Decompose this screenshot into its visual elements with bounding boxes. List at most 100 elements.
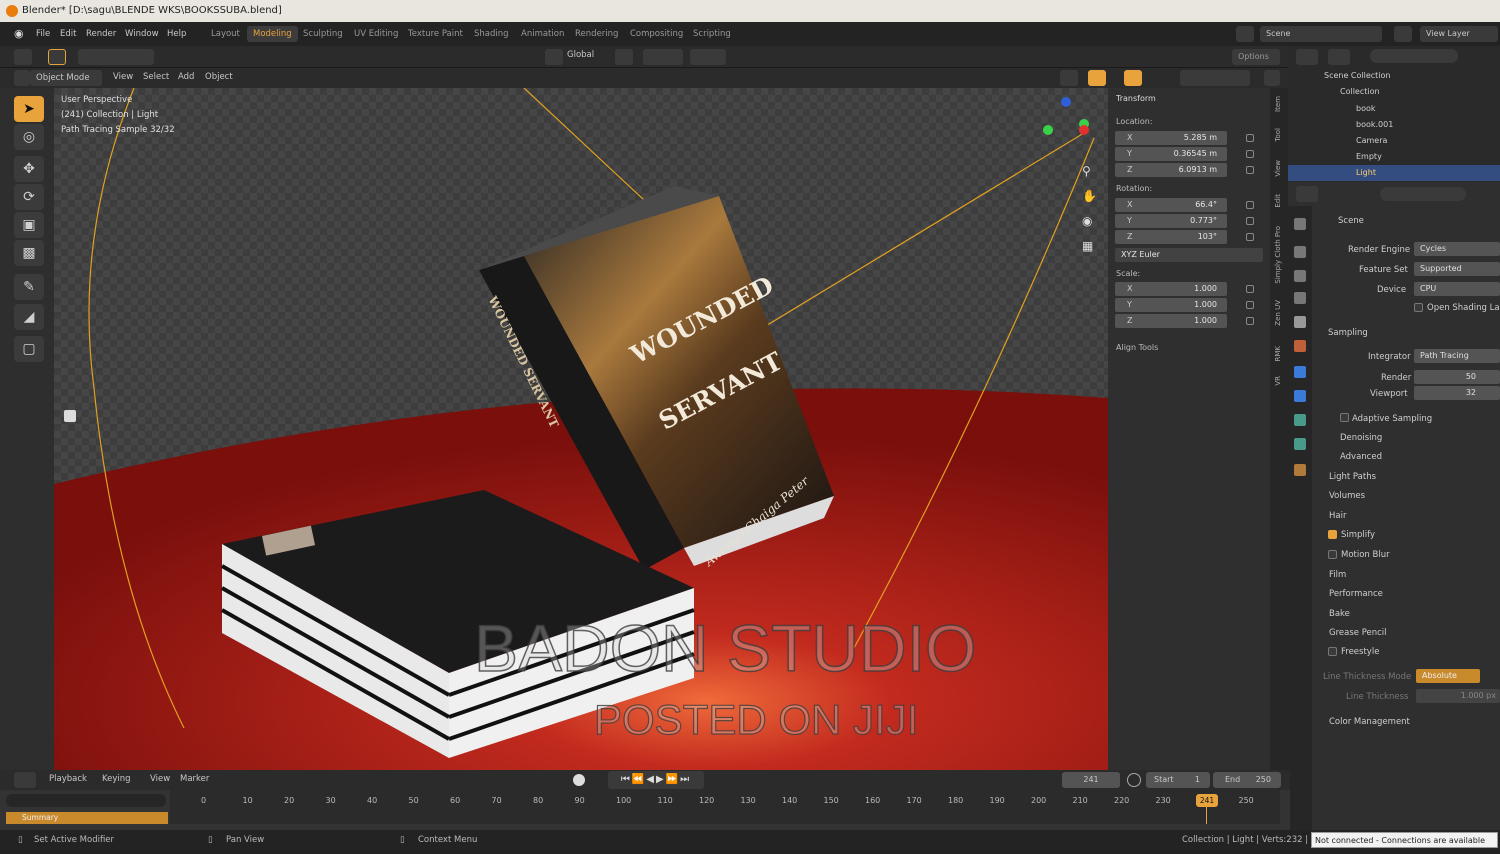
- move-tool-icon[interactable]: ✥: [14, 156, 44, 182]
- object-tab-icon[interactable]: [1294, 366, 1306, 378]
- modifier-tab-icon[interactable]: [1294, 390, 1306, 402]
- connection-notice[interactable]: Not connected - Connections are availabl…: [1311, 832, 1498, 848]
- viewport-samples-field[interactable]: 32: [1414, 386, 1500, 400]
- tab-simply-cloth[interactable]: Simply Cloth Pro: [1274, 226, 1282, 284]
- lock-icon[interactable]: [1246, 134, 1254, 142]
- annotate-tool-icon[interactable]: ✎: [14, 274, 44, 300]
- 3d-viewport[interactable]: User Perspective (241) Collection | Ligh…: [54, 88, 1108, 770]
- clock-icon[interactable]: [1127, 773, 1141, 787]
- tab-vr[interactable]: VR: [1274, 376, 1282, 386]
- menu-marker[interactable]: Marker: [180, 774, 209, 784]
- physics-tab-icon[interactable]: [1294, 414, 1306, 426]
- rotation-mode-select[interactable]: XYZ Euler: [1115, 248, 1263, 262]
- outliner-editor-icon[interactable]: [1296, 49, 1318, 65]
- tab-sculpting[interactable]: Sculpting: [297, 26, 349, 42]
- color-management-panel[interactable]: Color Management: [1329, 717, 1410, 727]
- lock-icon[interactable]: [1246, 285, 1254, 293]
- view-layer-tab-icon[interactable]: [1294, 292, 1306, 304]
- tab-scripting[interactable]: Scripting: [687, 26, 737, 42]
- motion-blur-checkbox[interactable]: [1328, 550, 1337, 559]
- menu-window[interactable]: Window: [125, 29, 159, 39]
- menu-add[interactable]: Add: [178, 72, 194, 82]
- hair-panel[interactable]: Hair: [1329, 511, 1346, 521]
- lock-icon[interactable]: [1246, 317, 1254, 325]
- overlay-icon[interactable]: [1124, 70, 1142, 86]
- film-panel[interactable]: Film: [1329, 570, 1346, 580]
- advanced-panel[interactable]: Advanced: [1340, 452, 1382, 462]
- playhead[interactable]: 241: [1196, 794, 1218, 807]
- outliner-item-empty[interactable]: Empty: [1288, 149, 1500, 165]
- osl-checkbox[interactable]: [1414, 303, 1423, 312]
- start-frame-field[interactable]: Start 1: [1146, 772, 1210, 788]
- outliner-scene-collection[interactable]: Scene Collection: [1288, 68, 1500, 84]
- location-x-field[interactable]: X 5.285 m: [1115, 131, 1227, 145]
- device-select[interactable]: CPU: [1414, 282, 1500, 296]
- outliner-item-camera[interactable]: Camera: [1288, 133, 1500, 149]
- current-frame-field[interactable]: 241: [1062, 772, 1120, 788]
- transform-orientation[interactable]: Global: [567, 50, 594, 60]
- gizmo-icon[interactable]: [1088, 70, 1106, 86]
- simplify-panel[interactable]: Simplify: [1341, 530, 1375, 540]
- render-engine-select[interactable]: Cycles: [1414, 242, 1500, 256]
- light-paths-panel[interactable]: Light Paths: [1329, 472, 1376, 482]
- output-tab-icon[interactable]: [1294, 270, 1306, 282]
- line-thickness-field[interactable]: 1.000 px: [1416, 689, 1500, 703]
- mode-selector[interactable]: Object Mode: [30, 70, 102, 86]
- rotate-tool-icon[interactable]: ⟳: [14, 184, 44, 210]
- lock-icon[interactable]: [1246, 217, 1254, 225]
- render-samples-field[interactable]: 50: [1414, 370, 1500, 384]
- freestyle-panel[interactable]: Freestyle: [1341, 647, 1379, 657]
- tab-animation[interactable]: Animation: [515, 26, 570, 42]
- sampling-panel[interactable]: Sampling: [1328, 328, 1368, 338]
- orientation-icon[interactable]: [545, 49, 563, 65]
- outliner-item-book-001[interactable]: book.001: [1288, 117, 1500, 133]
- tab-texture-paint[interactable]: Texture Paint: [402, 26, 469, 42]
- world-tab-icon[interactable]: [1294, 340, 1306, 352]
- measure-tool-icon[interactable]: ◢: [14, 304, 44, 330]
- timeline[interactable]: Summary 0 10 20 30 40 50 60 70 80 90 100 110 120 130 1…: [0, 790, 1290, 830]
- outliner-search-input[interactable]: [1370, 49, 1458, 63]
- menu-view[interactable]: View: [113, 72, 133, 82]
- menu-timeline-view[interactable]: View: [150, 774, 170, 784]
- editor-type-icon[interactable]: [14, 70, 30, 86]
- menu-render[interactable]: Render: [86, 29, 116, 39]
- scale-x-field[interactable]: X 1.000: [1115, 282, 1227, 296]
- scale-z-field[interactable]: Z 1.000: [1115, 314, 1227, 328]
- simplify-checkbox[interactable]: [1328, 530, 1337, 539]
- scale-y-field[interactable]: Y 1.000: [1115, 298, 1227, 312]
- tab-compositing[interactable]: Compositing: [624, 26, 689, 42]
- volumes-panel[interactable]: Volumes: [1329, 491, 1365, 501]
- menu-playback[interactable]: Playback: [49, 774, 87, 784]
- menu-file[interactable]: File: [36, 29, 50, 39]
- view-layer-selector[interactable]: View Layer: [1420, 26, 1498, 42]
- location-z-field[interactable]: Z 6.0913 m: [1115, 163, 1227, 177]
- align-tools-panel[interactable]: Align Tools: [1116, 343, 1158, 352]
- grid-view-icon[interactable]: ▦: [1082, 239, 1093, 253]
- properties-editor-icon[interactable]: [1296, 186, 1318, 202]
- lock-icon[interactable]: [1246, 166, 1254, 174]
- viewport-camera-icon[interactable]: [64, 410, 76, 422]
- tool-settings-icon[interactable]: [14, 49, 32, 65]
- selection-mode-icons[interactable]: [78, 49, 154, 65]
- scene-icon[interactable]: [1236, 26, 1254, 42]
- texture-tab-icon[interactable]: [1294, 464, 1306, 476]
- tab-view[interactable]: View: [1274, 160, 1282, 177]
- view-layer-icon[interactable]: [1394, 26, 1412, 42]
- cursor-tool-icon[interactable]: ◎: [14, 124, 44, 150]
- end-frame-field[interactable]: End 250: [1213, 772, 1281, 788]
- performance-panel[interactable]: Performance: [1329, 589, 1383, 599]
- scale-tool-icon[interactable]: ▣: [14, 212, 44, 238]
- tab-rendering[interactable]: Rendering: [569, 26, 624, 42]
- grease-pencil-panel[interactable]: Grease Pencil: [1329, 628, 1387, 638]
- tab-shading[interactable]: Shading: [468, 26, 515, 42]
- properties-search-input[interactable]: [1380, 187, 1466, 201]
- playback-controls[interactable]: ⏮⏪◀▶⏩⏭: [608, 771, 704, 789]
- timeline-search-input[interactable]: [6, 794, 166, 807]
- shading-mode-icons[interactable]: [1180, 70, 1250, 86]
- lock-icon[interactable]: [1246, 201, 1254, 209]
- camera-view-icon[interactable]: ◉: [1082, 214, 1092, 228]
- zoom-icon[interactable]: ⚲: [1082, 164, 1091, 178]
- line-thickness-mode-button[interactable]: Absolute: [1416, 669, 1480, 683]
- tab-zen-uv[interactable]: Zen UV: [1274, 300, 1282, 326]
- bake-panel[interactable]: Bake: [1329, 609, 1350, 619]
